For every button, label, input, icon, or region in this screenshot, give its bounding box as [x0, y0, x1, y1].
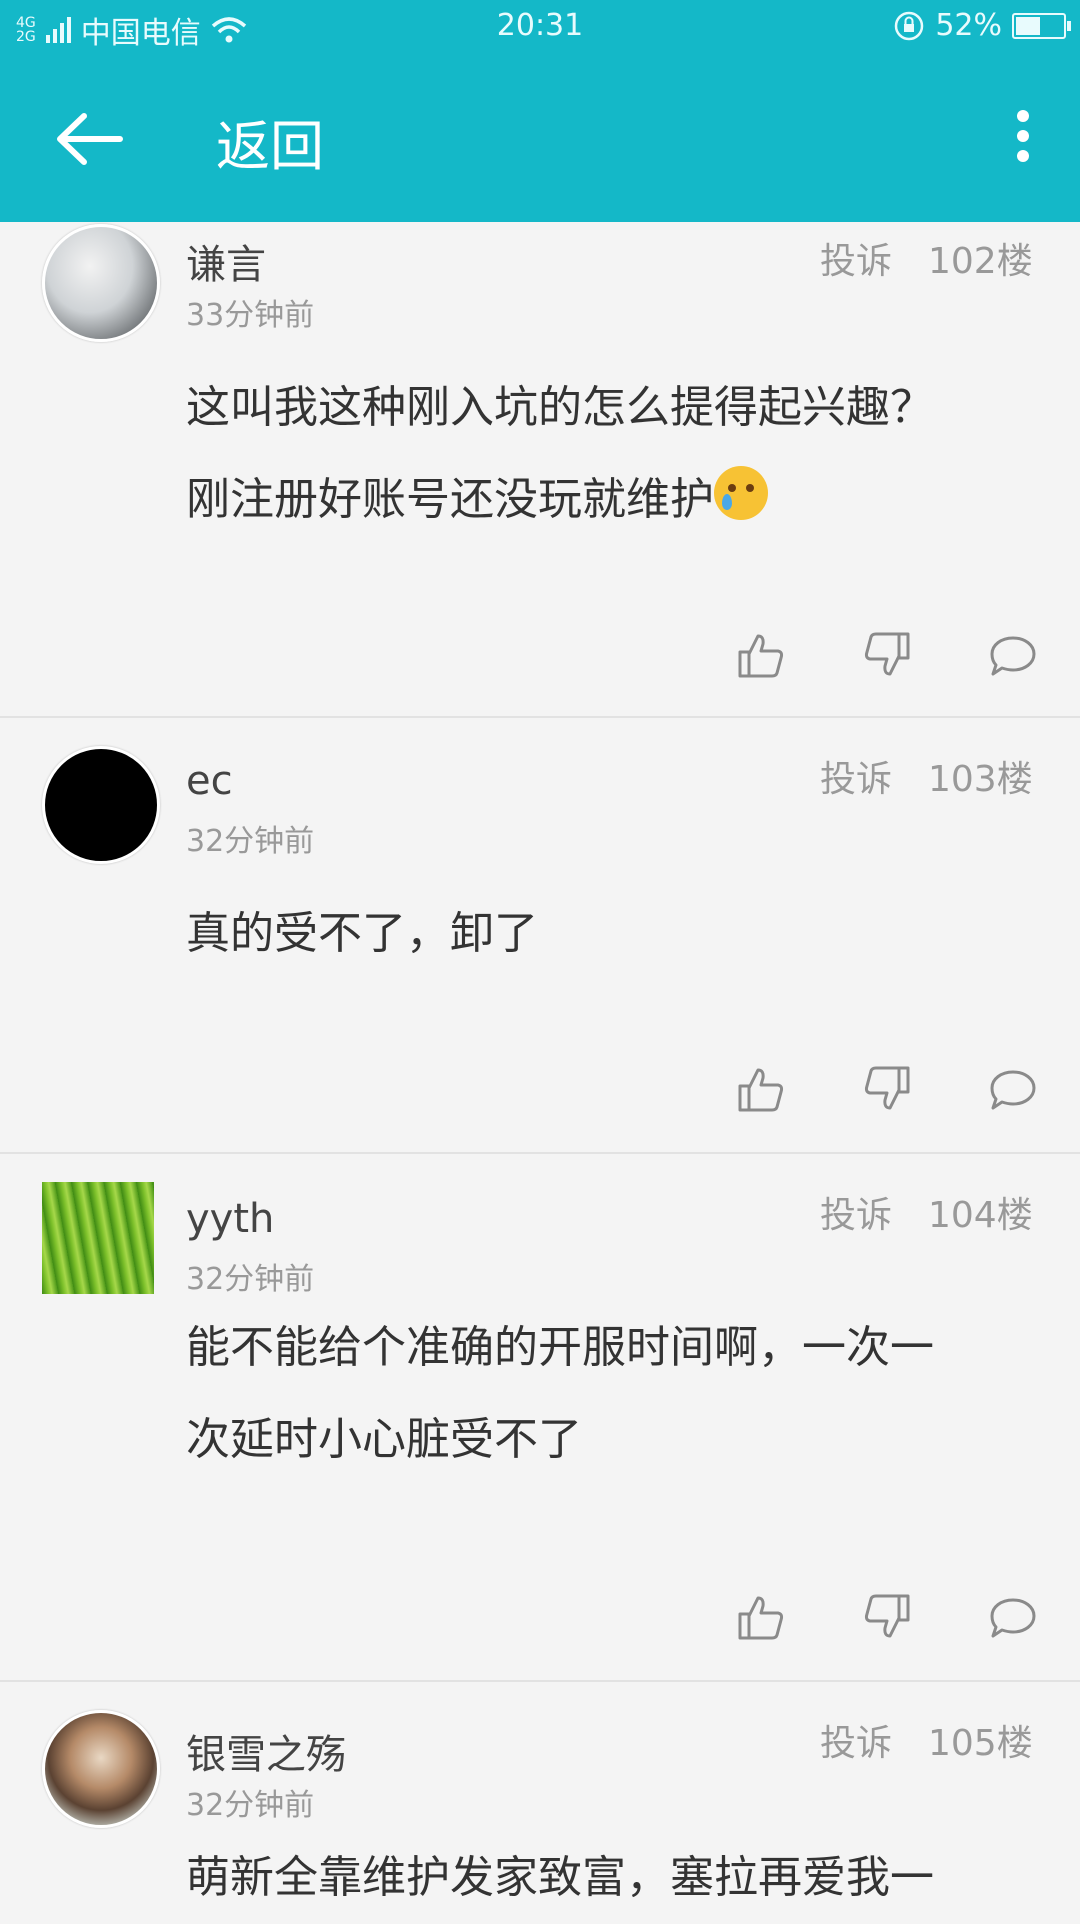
- timestamp: 33分钟前: [186, 298, 315, 333]
- comment-list: 谦言 33分钟前 投诉 102楼 这叫我这种刚入坑的怎么提得起兴趣？ 刚注册好账…: [0, 222, 1080, 1922]
- comment-item: ec 32分钟前 投诉 103楼 真的受不了，卸了: [0, 718, 1080, 1154]
- battery-percent: 52%: [935, 8, 1002, 43]
- thumb-down-icon[interactable]: [862, 1064, 912, 1114]
- comment-bubble-icon[interactable]: [988, 630, 1038, 680]
- timestamp: 32分钟前: [186, 1788, 315, 1823]
- username[interactable]: 谦言: [186, 232, 266, 290]
- battery-icon: [1012, 12, 1071, 39]
- comment-text: 能不能给个准确的开服时间啊，一次一 次延时小心脏受不了: [186, 1302, 1016, 1486]
- comment-text: 这叫我这种刚入坑的怎么提得起兴趣？ 刚注册好账号还没玩就维护: [186, 362, 1016, 546]
- floor-number: 105楼: [928, 1723, 1033, 1764]
- timestamp: 32分钟前: [186, 1262, 315, 1297]
- comment-line: 真的受不了，卸了: [186, 908, 538, 959]
- comment-line: 次延时小心脏受不了: [186, 1414, 582, 1465]
- comment-text: 真的受不了，卸了: [186, 888, 1016, 980]
- thumb-up-icon[interactable]: [736, 630, 786, 680]
- report-button[interactable]: 投诉: [820, 1186, 892, 1238]
- comment-text: 萌新全靠维护发家致富，塞拉再爱我一: [186, 1832, 1016, 1924]
- comment-line: 这叫我这种刚入坑的怎么提得起兴趣？: [186, 382, 934, 433]
- thumb-up-icon[interactable]: [736, 1064, 786, 1114]
- status-bar: 4G 2G 中国电信 20:31 52%: [0, 0, 1080, 52]
- floor-number: 102楼: [928, 241, 1033, 282]
- report-button[interactable]: 投诉: [820, 1714, 892, 1766]
- more-vert-icon[interactable]: [1008, 110, 1038, 170]
- username[interactable]: 银雪之殇: [186, 1722, 346, 1780]
- avatar[interactable]: [42, 1710, 160, 1828]
- comment-item: yyth 32分钟前 投诉 104楼 能不能给个准确的开服时间啊，一次一 次延时…: [0, 1154, 1080, 1682]
- floor-number: 104楼: [928, 1195, 1033, 1236]
- comment-bubble-icon[interactable]: [988, 1592, 1038, 1642]
- avatar[interactable]: [42, 1182, 154, 1294]
- avatar[interactable]: [42, 224, 160, 342]
- comment-bubble-icon[interactable]: [988, 1064, 1038, 1114]
- username[interactable]: ec: [186, 758, 233, 804]
- app-bar: 返回: [0, 52, 1080, 222]
- report-button[interactable]: 投诉: [820, 232, 892, 284]
- timestamp: 32分钟前: [186, 824, 315, 859]
- comment-item: 银雪之殇 32分钟前 投诉 105楼 萌新全靠维护发家致富，塞拉再爱我一: [0, 1682, 1080, 1922]
- username[interactable]: yyth: [186, 1196, 274, 1242]
- avatar[interactable]: [42, 746, 160, 864]
- floor-number: 103楼: [928, 759, 1033, 800]
- report-button[interactable]: 投诉: [820, 750, 892, 802]
- thumb-down-icon[interactable]: [862, 1592, 912, 1642]
- comment-actions: [0, 630, 1080, 690]
- back-arrow-icon: [57, 113, 123, 165]
- crying-emoji-icon: [714, 466, 768, 520]
- thumb-up-icon[interactable]: [736, 1592, 786, 1642]
- comment-line: 萌新全靠维护发家致富，塞拉再爱我一: [186, 1852, 934, 1903]
- comment-line: 刚注册好账号还没玩就维护: [186, 474, 714, 525]
- page-title[interactable]: 返回: [216, 102, 324, 181]
- rotation-lock-icon: [895, 11, 924, 40]
- comment-item: 谦言 33分钟前 投诉 102楼 这叫我这种刚入坑的怎么提得起兴趣？ 刚注册好账…: [0, 222, 1080, 718]
- comment-actions: [0, 1064, 1080, 1124]
- thumb-down-icon[interactable]: [862, 630, 912, 680]
- comment-actions: [0, 1592, 1080, 1652]
- comment-line: 能不能给个准确的开服时间啊，一次一: [186, 1322, 934, 1373]
- back-button[interactable]: [48, 104, 128, 174]
